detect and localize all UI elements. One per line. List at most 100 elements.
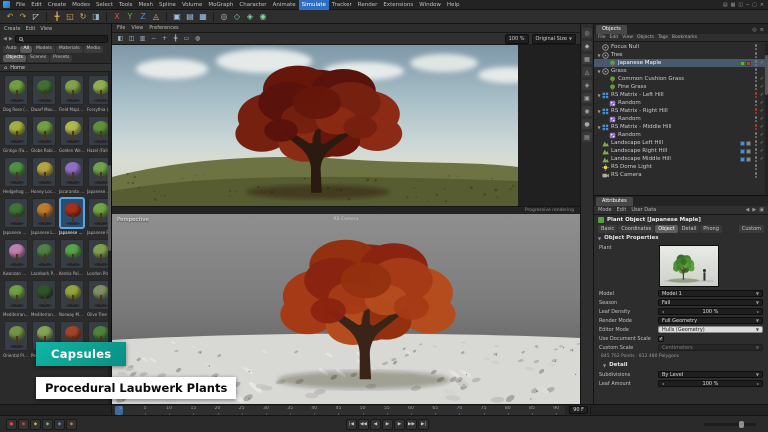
snap-icon[interactable]: ◆ — [582, 41, 592, 51]
menu-file[interactable]: File — [13, 0, 28, 10]
visibility-dot-icon[interactable] — [755, 64, 758, 67]
visibility-dots[interactable] — [755, 60, 758, 66]
visibility-dots[interactable] — [755, 172, 758, 178]
workplane-icon[interactable]: ▦ — [582, 54, 592, 64]
record-scale-icon[interactable]: ◆ — [42, 419, 53, 430]
asset-thumbnail[interactable] — [32, 157, 56, 187]
asset-thumbnail[interactable] — [32, 116, 56, 146]
object-row-random[interactable]: Random✓ — [594, 115, 768, 123]
object-row-landscape-left-hill[interactable]: Landscape Left Hill✓ — [594, 139, 768, 147]
spinner-left-icon[interactable]: ◂ — [662, 309, 664, 314]
asset-menu-view[interactable]: View — [40, 26, 52, 32]
menu-tracker[interactable]: Tracker — [329, 0, 355, 10]
menu-create[interactable]: Create — [45, 0, 69, 10]
menu-select[interactable]: Select — [93, 0, 116, 10]
visibility-dot-icon[interactable] — [755, 164, 758, 167]
visibility-dot-icon[interactable] — [755, 80, 758, 83]
asset-thumbnail[interactable] — [60, 280, 84, 310]
rv-menu-preferences[interactable]: Preferences — [149, 25, 178, 31]
visibility-dots[interactable] — [755, 68, 758, 74]
maximize-button[interactable]: ▢ — [752, 2, 757, 8]
zoom-level-field[interactable]: 100 % — [505, 34, 529, 44]
om-menu-objects[interactable]: Objects — [637, 35, 654, 40]
asset-thumbnail[interactable] — [32, 75, 56, 105]
visibility-dots[interactable] — [755, 164, 758, 170]
arrow-right-icon[interactable]: ▶ — [752, 207, 756, 213]
visibility-dots[interactable] — [755, 140, 758, 146]
object-row-rs-matrix-middle-hill[interactable]: ▼RS Matrix - Middle Hill✓ — [594, 123, 768, 131]
filter-chip-presets[interactable]: Presets — [50, 55, 72, 62]
asset-thumbnail[interactable] — [4, 116, 28, 146]
editor-mode-dropdown[interactable]: Hulls (Geometry)▼ — [658, 326, 763, 333]
filter-chip-media[interactable]: Media — [84, 46, 104, 53]
material-tag-icon[interactable] — [740, 157, 745, 162]
go-to-end-icon[interactable]: ▶| — [418, 419, 429, 430]
asset-item[interactable]: Japanese Larch (Fall Plant) — [31, 198, 57, 239]
scrollbar-thumb[interactable] — [108, 165, 111, 251]
asset-item[interactable]: Golden Weeping Willow (Fall Plant) — [59, 116, 85, 157]
next-frame-icon[interactable]: ▶ — [394, 419, 405, 430]
om-menu-edit[interactable]: Edit — [610, 35, 619, 40]
om-search-icon[interactable]: ◎ — [752, 27, 756, 33]
visibility-dot-icon[interactable] — [755, 176, 758, 179]
asset-item[interactable]: Hedgehog Agave (Fall Plant) — [3, 157, 29, 198]
object-row-fine-grass[interactable]: Fine Grass✓ — [594, 83, 768, 91]
tab-attributes[interactable]: Attributes — [596, 197, 633, 206]
visibility-dots[interactable] — [755, 92, 758, 98]
render-settings-icon[interactable]: ▦ — [197, 11, 209, 23]
ab-split-icon[interactable]: ▥ — [138, 34, 147, 43]
last-tool-icon[interactable]: ◨ — [90, 11, 102, 23]
visibility-dots[interactable] — [755, 124, 758, 130]
isolate-icon[interactable]: ◈ — [582, 80, 592, 90]
asset-item[interactable]: Lacebark Pine (Fall Plant) — [31, 239, 57, 280]
visibility-dot-icon[interactable] — [755, 136, 758, 139]
pan-icon[interactable]: ╋ — [171, 34, 180, 43]
asset-item[interactable]: Japanese Camellia (Fall Plant) — [3, 198, 29, 239]
visibility-dot-icon[interactable] — [755, 84, 758, 87]
attr-tab-basic[interactable]: Basic — [598, 225, 617, 233]
viewport-view-menu[interactable]: Perspective — [117, 217, 149, 223]
menu-simulate[interactable]: Simulate — [299, 0, 329, 10]
model-dropdown[interactable]: Model 1▼ — [658, 290, 763, 297]
asset-item[interactable]: Dog Rose (Fall Plant) — [3, 75, 29, 116]
filter-chip-materials[interactable]: Materials — [56, 46, 83, 53]
object-row-japanese-maple[interactable]: Japanese Maple✓ — [594, 59, 768, 67]
visibility-dots[interactable] — [755, 108, 758, 114]
timeline-track[interactable]: 051015202530354045505560657075808590 — [114, 406, 565, 415]
visibility-dot-icon[interactable] — [755, 132, 758, 135]
asset-item[interactable]: Dwarf Mountain Pine (Fall Plant) — [31, 75, 57, 116]
object-row-landscape-right-hill[interactable]: Landscape Right Hill✓ — [594, 147, 768, 155]
visibility-dot-icon[interactable] — [755, 108, 758, 111]
menu-extensions[interactable]: Extensions — [380, 0, 416, 10]
spinner-right-icon[interactable]: ▸ — [757, 309, 759, 314]
visibility-dot-icon[interactable] — [755, 48, 758, 51]
redo-icon[interactable]: ↷ — [17, 11, 29, 23]
record-keyframe-icon[interactable]: ● — [6, 419, 17, 430]
attr-tab-phong[interactable]: Phong — [700, 225, 722, 233]
visibility-dot-icon[interactable] — [755, 92, 758, 95]
filter-chip-models[interactable]: Models — [33, 46, 55, 53]
asset-item[interactable]: Kwanzan Cherry (Fall Plant) — [3, 239, 29, 280]
subdivisions-dropdown[interactable]: By Level▼ — [658, 371, 763, 378]
previous-frame-icon[interactable]: ◀ — [370, 419, 381, 430]
attr-mode-mode[interactable]: Mode — [598, 207, 612, 213]
record-parameter-icon[interactable]: ◆ — [66, 419, 77, 430]
lock-icon[interactable]: ▣ — [759, 207, 764, 213]
tab-objects[interactable]: Objects — [596, 25, 627, 34]
attr-tab-coordinates[interactable]: Coordinates — [618, 225, 654, 233]
visibility-dot-icon[interactable] — [755, 160, 758, 163]
modeling-icon[interactable]: ◈ — [244, 11, 256, 23]
use-document-scale-checkbox[interactable]: ✓ — [658, 336, 664, 342]
undo-icon[interactable]: ↶ — [4, 11, 16, 23]
visibility-dot-icon[interactable] — [755, 156, 758, 159]
visibility-dot-icon[interactable] — [755, 44, 758, 47]
arrow-left-icon[interactable]: ◀ — [746, 207, 750, 213]
zoom-out-icon[interactable]: − — [149, 34, 158, 43]
visibility-dot-icon[interactable] — [755, 96, 758, 99]
filter-chip-auto[interactable]: Auto — [3, 46, 19, 53]
asset-item[interactable]: Japanese Maple (Fall Plant) — [59, 198, 85, 239]
asset-thumbnail[interactable] — [4, 239, 28, 269]
rv-menu-file[interactable]: File — [117, 25, 125, 31]
menu-edit[interactable]: Edit — [28, 0, 45, 10]
visibility-dot-icon[interactable] — [755, 104, 758, 107]
